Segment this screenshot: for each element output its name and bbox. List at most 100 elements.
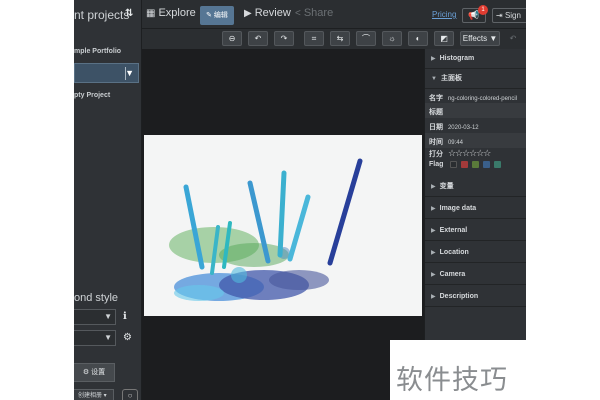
contrast-icon[interactable]: ◐ bbox=[408, 31, 428, 46]
date-value[interactable]: 2020-03-12 bbox=[448, 125, 479, 131]
nav-review[interactable]: ▶ Review bbox=[244, 7, 291, 19]
projects-panel: nt projects ⇅ mple Portfolio ▼ pty Proje… bbox=[74, 0, 142, 400]
section-histogram-label: Histogram bbox=[439, 55, 475, 62]
sign-in-icon: ⇥ bbox=[496, 11, 503, 20]
flag-blue[interactable] bbox=[482, 161, 490, 168]
section-histogram[interactable]: ▶ Histogram bbox=[425, 49, 526, 69]
section-variables[interactable]: ▶ 变量 bbox=[425, 177, 526, 197]
name-label: 名字 bbox=[429, 95, 443, 102]
minus-circle-icon[interactable]: ⊖ bbox=[222, 31, 242, 46]
chevron-right-icon: ▶ bbox=[431, 294, 436, 300]
date-row: 日期 2020-03-12 bbox=[429, 122, 479, 132]
curve-icon[interactable]: ⌒ bbox=[356, 31, 376, 46]
nav-explore-label: Explore bbox=[158, 7, 196, 19]
section-main-panel[interactable]: ▼ 主面板 bbox=[425, 69, 526, 89]
project-item-portfolio[interactable]: mple Portfolio bbox=[74, 48, 121, 55]
chevron-down-icon: ▼ bbox=[431, 76, 437, 82]
sign-in-label: Sign bbox=[504, 11, 521, 20]
nav-share[interactable]: < Share bbox=[295, 7, 333, 19]
nav-share-label: Share bbox=[303, 7, 334, 19]
flag-green[interactable] bbox=[471, 161, 479, 168]
create-album-button[interactable]: 创建相册 ▾ bbox=[74, 389, 114, 400]
time-row: 时间 09:44 bbox=[429, 137, 463, 147]
rotate-right-icon[interactable]: ↷ bbox=[274, 31, 294, 46]
pencil-icon: ✎ bbox=[206, 12, 212, 19]
section-location-label: Location bbox=[439, 249, 469, 256]
flip-icon[interactable]: ⇆ bbox=[330, 31, 350, 46]
photo-colored-pencils bbox=[144, 135, 422, 316]
section-location[interactable]: ▶ Location bbox=[425, 243, 526, 263]
chevron-down-icon: ▼ bbox=[489, 34, 498, 43]
settings-button[interactable]: ⚙ 设置 bbox=[74, 363, 115, 382]
time-value[interactable]: 09:44 bbox=[448, 140, 463, 146]
sort-arrows-icon[interactable]: ⇅ bbox=[125, 8, 133, 19]
projects-title-text: nt projects bbox=[74, 8, 130, 22]
star-rating[interactable]: ☆☆☆☆☆☆ bbox=[448, 148, 491, 158]
notification-badge: 1 bbox=[478, 5, 488, 15]
play-icon: ▶ bbox=[244, 8, 252, 19]
pricing-link[interactable]: Pricing bbox=[432, 10, 456, 19]
nav-review-label: Review bbox=[254, 7, 291, 19]
info-icon[interactable]: ℹ bbox=[123, 311, 127, 322]
flag-red[interactable] bbox=[460, 161, 468, 168]
project-item-empty[interactable]: pty Project bbox=[74, 92, 110, 99]
rotate-left-icon[interactable]: ↶ bbox=[248, 31, 268, 46]
image-adjust-icon[interactable]: ◩ bbox=[434, 31, 454, 46]
nav-edit[interactable]: ✎ 编辑 bbox=[200, 6, 234, 25]
section-camera[interactable]: ▶ Camera bbox=[425, 265, 526, 285]
grid-icon: ▦ bbox=[146, 8, 156, 19]
chevron-right-icon: ▶ bbox=[431, 56, 436, 62]
watermark: 软件技巧 bbox=[390, 340, 600, 400]
flag-row: Flag bbox=[429, 161, 501, 168]
name-value[interactable]: ng-coloring-colored-pencil bbox=[448, 96, 517, 102]
sign-in-button[interactable]: ⇥ Sign bbox=[492, 8, 526, 23]
undo-icon[interactable]: ↶ bbox=[506, 31, 520, 46]
style-dropdown-1[interactable]: ▼ bbox=[74, 309, 116, 325]
section-main-panel-label: 主面板 bbox=[440, 75, 462, 82]
name-row: 名字 ng-coloring-colored-pencil bbox=[429, 93, 517, 103]
effects-label: Effects bbox=[462, 34, 488, 43]
create-album-label: 创建相册 bbox=[78, 393, 103, 399]
crop-icon[interactable]: ⌗ bbox=[304, 31, 324, 46]
section-image-data-label: Image data bbox=[439, 205, 477, 212]
sun-icon[interactable]: ☼ bbox=[382, 31, 402, 46]
notifications-button[interactable]: 📢 1 bbox=[462, 5, 488, 23]
title-label: 标题 bbox=[429, 109, 443, 116]
section-external-label: External bbox=[439, 227, 468, 234]
gear-icon[interactable]: ⚙ bbox=[123, 332, 132, 343]
time-label: 时间 bbox=[429, 139, 443, 146]
section-image-data[interactable]: ▶ Image data bbox=[425, 199, 526, 219]
chevron-down-icon[interactable]: ▼ bbox=[104, 333, 112, 342]
style-dropdown-2[interactable]: ▼ bbox=[74, 330, 116, 346]
chevron-right-icon: ▶ bbox=[431, 272, 436, 278]
date-label: 日期 bbox=[429, 124, 443, 131]
section-description-label: Description bbox=[439, 293, 479, 300]
top-navigation: ▦ Explore ✎ 编辑 ▶ Review < Share Pricing 📢 1… bbox=[142, 0, 526, 29]
section-variables-label: 变量 bbox=[439, 183, 454, 190]
portfolio-select[interactable]: ▼ bbox=[74, 63, 139, 83]
nav-explore[interactable]: ▦ Explore bbox=[146, 7, 196, 19]
section-external[interactable]: ▶ External bbox=[425, 221, 526, 241]
chevron-right-icon: ▶ bbox=[431, 206, 436, 212]
title-row[interactable]: 标题 bbox=[429, 107, 446, 117]
section-camera-label: Camera bbox=[439, 271, 466, 278]
chevron-down-icon[interactable]: ▼ bbox=[104, 312, 112, 321]
edit-toolbar: ⊖ ↶ ↷ ⌗ ⇆ ⌒ ☼ ◐ ◩ Effects ▼ ↶ bbox=[142, 29, 526, 49]
search-icon[interactable]: ○ bbox=[122, 389, 138, 400]
pencils-illustration bbox=[169, 158, 363, 301]
settings-button-label: 设置 bbox=[91, 369, 106, 376]
effects-dropdown[interactable]: Effects ▼ bbox=[460, 31, 500, 46]
gear-icon: ⚙ bbox=[82, 369, 92, 376]
style-section-title: ond style bbox=[74, 292, 119, 304]
chevron-right-icon: ▶ bbox=[431, 228, 436, 234]
nav-edit-label: 编辑 bbox=[213, 12, 228, 19]
flag-label: Flag bbox=[429, 161, 444, 169]
flag-none[interactable] bbox=[449, 161, 457, 168]
share-icon: < bbox=[295, 8, 301, 19]
section-description[interactable]: ▶ Description bbox=[425, 287, 526, 307]
flag-teal[interactable] bbox=[493, 161, 501, 168]
chevron-down-icon[interactable]: ▼ bbox=[125, 68, 134, 78]
image-canvas[interactable] bbox=[142, 49, 424, 400]
chevron-right-icon: ▶ bbox=[431, 250, 436, 256]
rating-label: 打分 bbox=[429, 151, 443, 158]
